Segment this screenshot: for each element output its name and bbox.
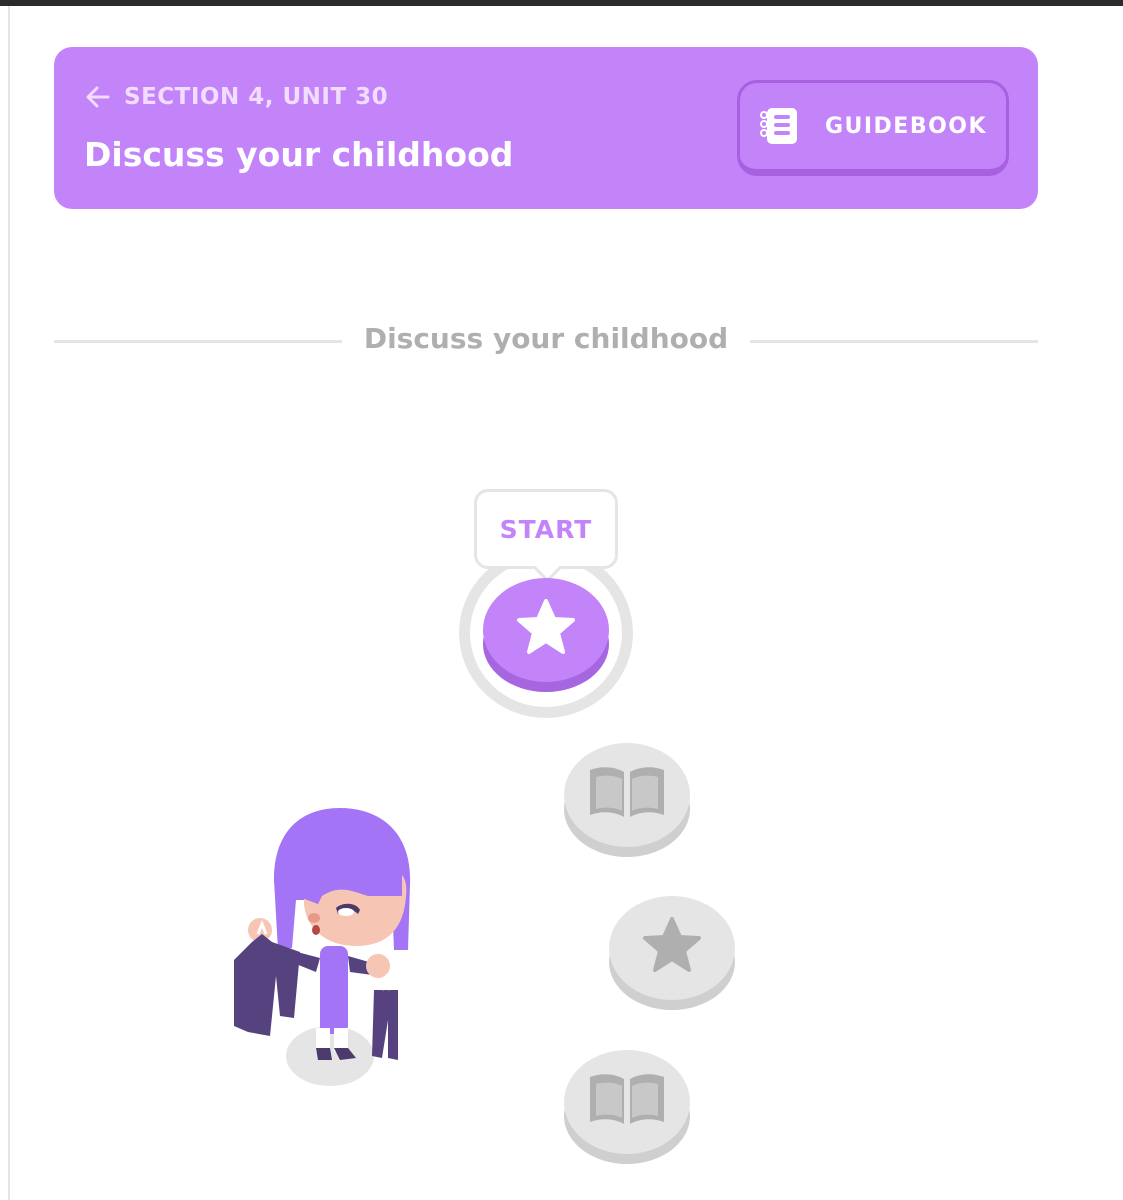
guidebook-label: GUIDEBOOK — [824, 113, 988, 139]
start-tooltip: START — [474, 489, 618, 569]
unit-title: Discuss your childhood — [84, 135, 514, 174]
start-label: START — [499, 514, 593, 544]
notebook-icon — [759, 108, 797, 144]
unit-header: SECTION 4, UNIT 30 Discuss your childhoo… — [54, 47, 1038, 209]
lesson-node-start[interactable] — [483, 574, 609, 694]
divider-line-right — [750, 340, 1038, 343]
divider-line-left — [54, 340, 342, 343]
lesson-node-book-1[interactable] — [564, 739, 690, 859]
arrow-left-icon — [86, 86, 110, 108]
lesson-node-book-2[interactable] — [564, 1046, 690, 1166]
sidebar-edge-rule — [8, 6, 10, 1200]
character-illustration — [222, 800, 422, 1100]
section-back-link[interactable]: SECTION 4, UNIT 30 — [84, 83, 388, 111]
guidebook-button[interactable]: GUIDEBOOK — [737, 80, 1009, 176]
window-top-strip — [0, 0, 1123, 6]
divider-label: Discuss your childhood — [363, 322, 729, 355]
section-label[interactable]: SECTION 4, UNIT 30 — [124, 84, 388, 110]
lesson-node-star-2[interactable] — [609, 892, 735, 1012]
